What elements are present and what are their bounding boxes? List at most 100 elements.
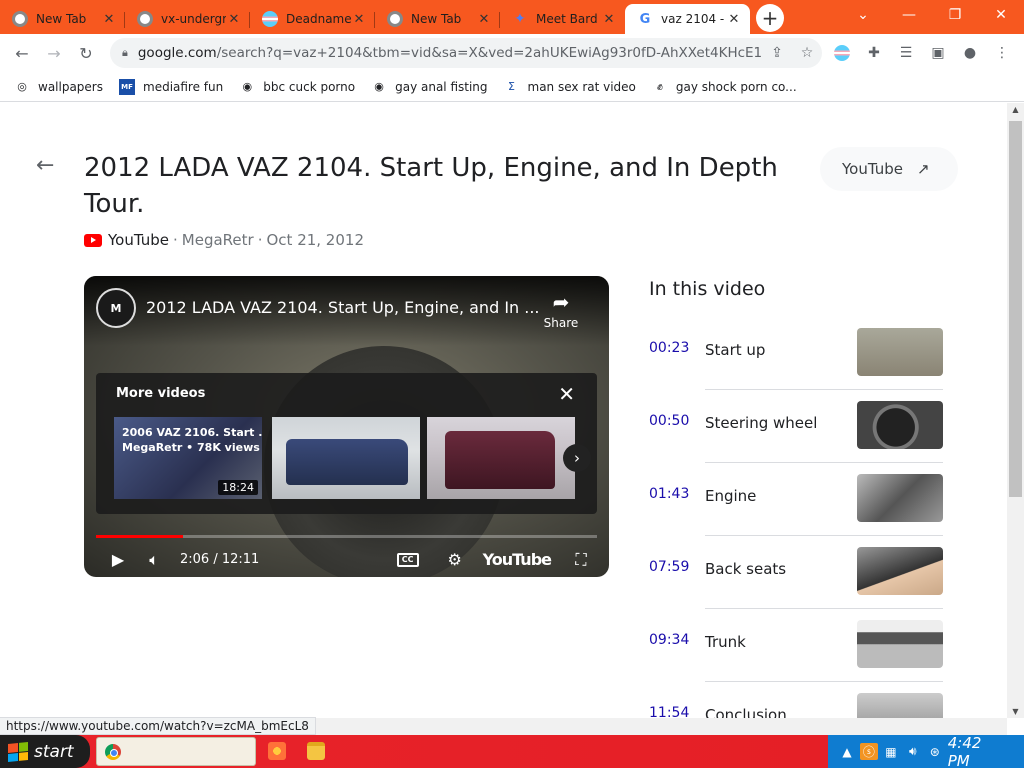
video-source[interactable]: YouTube — [108, 231, 169, 249]
chapter-thumbnail[interactable] — [857, 474, 943, 522]
volume-tray-icon[interactable]: 🔊︎ — [904, 744, 922, 759]
video-meta: YouTube · MegaRetr · Oct 21, 2012 — [84, 231, 364, 249]
chapter-item[interactable]: 00:50 Steering wheel — [649, 399, 943, 472]
lock-icon[interactable]: 🔒︎ — [122, 46, 128, 60]
side-panel-icon[interactable]: ▣ — [922, 40, 954, 66]
video-player[interactable]: M 2012 LADA VAZ 2104. Start Up, Engine, … — [84, 276, 609, 577]
back-arrow-icon[interactable]: ← — [36, 153, 54, 178]
close-icon[interactable]: ✕ — [558, 382, 575, 406]
folder-icon[interactable] — [307, 742, 325, 760]
captions-icon[interactable]: CC — [396, 552, 419, 567]
firefox-icon[interactable] — [268, 742, 286, 760]
youtube-wordmark[interactable]: YouTube — [483, 550, 552, 569]
share-button[interactable]: ➦ Share — [541, 290, 581, 330]
share-arrow-icon: ➦ — [552, 290, 570, 314]
start-button[interactable]: start — [0, 735, 90, 768]
chapter-item[interactable]: 11:54 Conclusion — [649, 691, 943, 718]
bookmark-label: gay anal fisting — [395, 79, 488, 94]
chapter-time[interactable]: 00:50 — [649, 413, 689, 429]
network-icon[interactable]: ▦ — [882, 745, 900, 759]
scrollbar-thumb[interactable] — [1009, 121, 1022, 497]
bookmark-star-icon[interactable]: ☆ — [792, 45, 822, 61]
minimize-button[interactable]: — — [886, 0, 932, 30]
chapter-thumbnail[interactable] — [857, 693, 943, 718]
forward-button[interactable]: → — [38, 37, 70, 69]
new-tab-button[interactable]: + — [756, 4, 784, 32]
chapter-time[interactable]: 01:43 — [649, 486, 689, 502]
volume-icon[interactable]: 🔈︎ — [136, 550, 172, 570]
bookmark-6[interactable]: ✊︎ gay shock porn co... — [652, 79, 797, 95]
tab-vx-underground[interactable]: vx-underground ✕ — [125, 4, 250, 34]
media-control-icon[interactable]: ☰ — [890, 40, 922, 66]
next-chevron-icon[interactable]: › — [563, 444, 591, 472]
chapter-item[interactable]: 00:23 Start up — [649, 326, 943, 399]
scroll-up-arrow-icon[interactable]: ▲ — [1007, 105, 1024, 114]
tab-vaz-2104[interactable]: G vaz 2104 - ✕ — [625, 4, 750, 34]
tab-new-tab-1[interactable]: New Tab ✕ — [0, 4, 125, 34]
close-tab-icon[interactable]: ✕ — [601, 12, 617, 27]
profile-avatar-icon[interactable]: ● — [954, 40, 986, 66]
share-icon[interactable]: ⇪ — [762, 45, 792, 61]
more-video-thumb-1[interactable]: 2006 VAZ 2106. Start ... MegaRetr • 78K v… — [114, 417, 262, 499]
player-title[interactable]: 2012 LADA VAZ 2104. Start Up, Engine, an… — [146, 298, 540, 317]
more-video-thumb-3[interactable] — [427, 417, 575, 499]
tab-title: Deadname — [286, 12, 351, 26]
chapter-thumbnail[interactable] — [857, 620, 943, 668]
settings-gear-icon[interactable]: ⚙ — [437, 550, 473, 569]
more-video-title: 2006 VAZ 2106. Start ... — [122, 426, 262, 439]
bookmark-3[interactable]: ◉ bbc cuck porno — [239, 79, 355, 95]
fullscreen-icon[interactable]: ⛶ — [563, 550, 599, 570]
taskbar-chrome-window[interactable] — [96, 737, 256, 766]
tray-app-icon[interactable]: ⓢ — [859, 743, 878, 760]
chapter-time[interactable]: 00:23 — [649, 340, 689, 356]
taskbar: start ▲ ⓢ ▦ 🔊︎ ⊛ 4:42 PM — [0, 734, 1024, 768]
reload-button[interactable]: ↻ — [70, 37, 102, 69]
close-tab-icon[interactable]: ✕ — [226, 12, 242, 27]
tab-meet-bard[interactable]: ✦ Meet Bard ✕ — [500, 4, 625, 34]
chapter-item[interactable]: 09:34 Trunk — [649, 618, 943, 691]
bookmark-4[interactable]: ◉ gay anal fisting — [371, 79, 487, 95]
tray-expand-icon[interactable]: ▲ — [838, 745, 856, 759]
chapter-item[interactable]: 01:43 Engine — [649, 472, 943, 545]
clock[interactable]: 4:42 PM — [948, 734, 1008, 768]
extensions-puzzle-icon[interactable]: ✚ — [858, 40, 890, 66]
tab-new-tab-2[interactable]: New Tab ✕ — [375, 4, 500, 34]
chapter-time[interactable]: 07:59 — [649, 559, 689, 575]
chapter-time[interactable]: 09:34 — [649, 632, 689, 648]
bookmark-5[interactable]: Σman sex rat video — [504, 79, 636, 95]
play-icon[interactable]: ▶ — [100, 550, 136, 569]
chapter-thumbnail[interactable] — [857, 401, 943, 449]
open-youtube-button[interactable]: YouTube ↗ — [820, 147, 958, 191]
chapter-item[interactable]: 07:59 Back seats — [649, 545, 943, 618]
address-bar[interactable]: 🔒︎ google.com/search?q=vaz+2104&tbm=vid&… — [110, 38, 822, 68]
close-tab-icon[interactable]: ✕ — [726, 12, 742, 27]
chapter-thumbnail[interactable] — [857, 547, 943, 595]
close-tab-icon[interactable]: ✕ — [476, 12, 492, 27]
start-label: start — [34, 741, 74, 762]
progress-bar[interactable] — [96, 535, 597, 538]
tab-deadname[interactable]: Deadname ✕ — [250, 4, 375, 34]
scroll-down-arrow-icon[interactable]: ▼ — [1007, 707, 1024, 716]
safely-remove-icon[interactable]: ⊛ — [926, 745, 944, 759]
bookmark-wallpapers[interactable]: ◎ wallpapers — [14, 79, 103, 95]
channel-avatar[interactable]: M — [96, 288, 136, 328]
back-button[interactable]: ← — [6, 37, 38, 69]
globe-icon: ◉ — [374, 80, 384, 93]
close-tab-icon[interactable]: ✕ — [101, 12, 117, 27]
trans-flag-extension-icon[interactable] — [826, 40, 858, 66]
url-text[interactable]: google.com/search?q=vaz+2104&tbm=vid&sa=… — [138, 45, 762, 61]
chrome-menu-icon[interactable]: ⋮ — [986, 40, 1018, 66]
chapter-time[interactable]: 11:54 — [649, 705, 689, 718]
close-window-button[interactable]: ✕ — [978, 0, 1024, 30]
bookmark-label: man sex rat video — [527, 79, 636, 94]
close-tab-icon[interactable]: ✕ — [351, 12, 367, 27]
vertical-scrollbar[interactable]: ▲ ▼ — [1007, 103, 1024, 718]
tab-search-icon[interactable]: ⌄ — [840, 0, 886, 30]
more-video-thumb-2[interactable] — [272, 417, 420, 499]
bookmark-mediafire-fun[interactable]: MF mediafire fun — [119, 78, 224, 95]
time-display: 2:06 / 12:11 — [180, 552, 260, 567]
bookmark-label: mediafire fun — [143, 79, 224, 94]
chapter-label: Conclusion — [705, 706, 787, 718]
chapter-thumbnail[interactable] — [857, 328, 943, 376]
restore-button[interactable]: ❐ — [932, 0, 978, 30]
